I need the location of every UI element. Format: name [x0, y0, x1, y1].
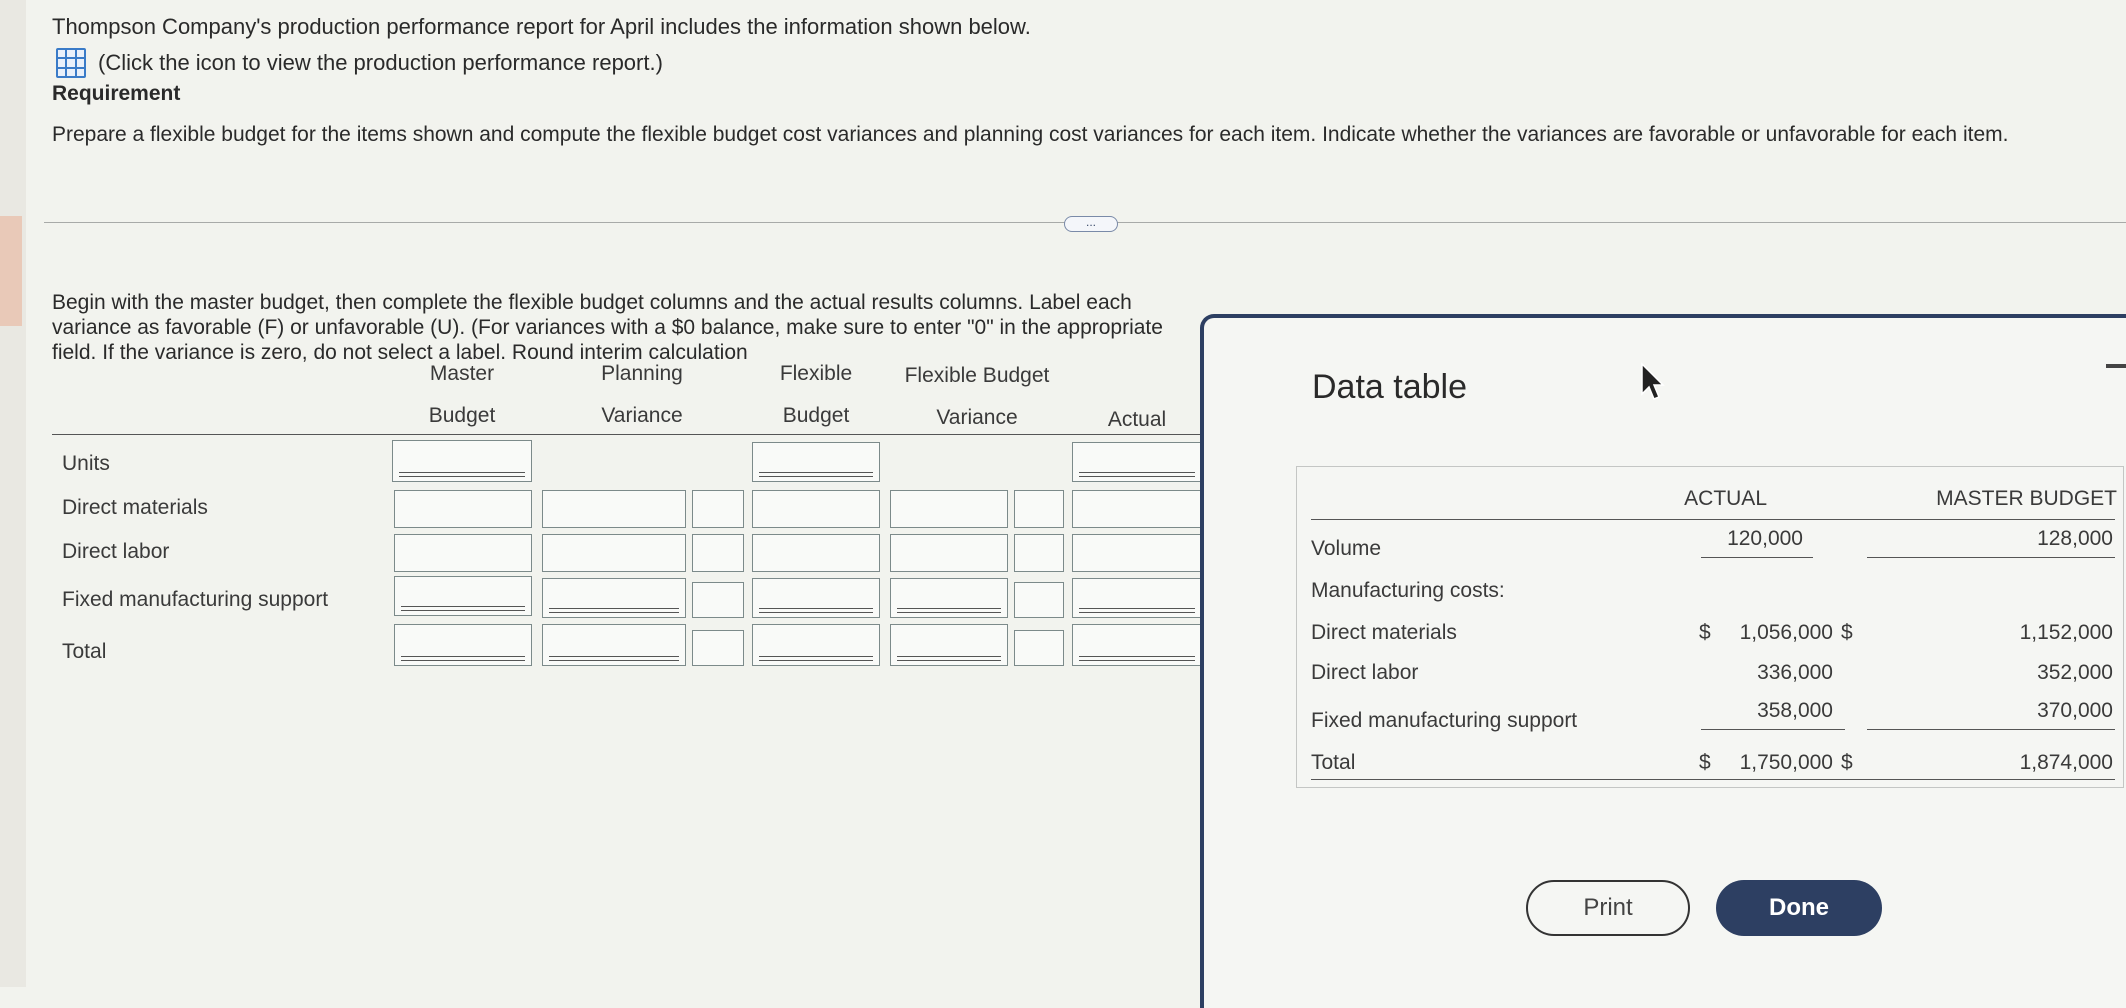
- dm-master-dollar: $: [1841, 621, 1853, 644]
- dm-dollar: $: [1699, 621, 1711, 644]
- fms-actual-input[interactable]: [1072, 578, 1202, 618]
- total-dollar: $: [1699, 751, 1711, 774]
- dl-flexible-input[interactable]: [752, 534, 880, 572]
- total-flexible-input[interactable]: [752, 624, 880, 666]
- dl-fbv-label-select[interactable]: [1014, 534, 1064, 572]
- dm-master: 1,152,000: [2019, 621, 2113, 644]
- header-rule: [1311, 519, 2115, 520]
- col-master-header: MASTER BUDGET: [1936, 487, 2117, 510]
- header-planning-1: Planning: [601, 362, 683, 385]
- total-master-input[interactable]: [394, 624, 532, 666]
- header-planning-2: Variance: [601, 404, 683, 427]
- dm-actual: 1,056,000: [1739, 621, 1833, 644]
- requirement-text: Prepare a flexible budget for the items …: [52, 123, 2009, 146]
- col-actual-header: ACTUAL: [1684, 487, 1767, 510]
- sidebar-accent: [0, 216, 22, 326]
- dl-label: Direct labor: [1311, 661, 1419, 684]
- total-actual-input[interactable]: [1072, 624, 1202, 666]
- total-fbv-label-select[interactable]: [1014, 630, 1064, 666]
- volume-master-rule: [1867, 557, 2115, 558]
- total-planning-label-select[interactable]: [692, 630, 744, 666]
- row-label-total: Total: [62, 640, 107, 663]
- units-flexible-input[interactable]: [752, 442, 880, 482]
- header-rule: [52, 434, 1202, 435]
- units-actual-input[interactable]: [1072, 442, 1202, 482]
- volume-label: Volume: [1311, 537, 1382, 560]
- fms-fbv-input[interactable]: [890, 578, 1008, 618]
- row-label-fixed-manufacturing-support: Fixed manufacturing support: [62, 588, 329, 611]
- header-master-2: Budget: [428, 404, 496, 427]
- header-fbv-2: Variance: [936, 406, 1018, 429]
- dl-fbv-input[interactable]: [890, 534, 1008, 572]
- dm-flexible-input[interactable]: [752, 490, 880, 528]
- row-label-direct-materials: Direct materials: [62, 496, 208, 519]
- row-label-direct-labor: Direct labor: [62, 540, 170, 563]
- mouse-cursor-icon: [1641, 362, 1665, 400]
- expand-more-button[interactable]: ...: [1064, 216, 1118, 232]
- volume-master: 128,000: [2037, 527, 2113, 550]
- fms-planning-input[interactable]: [542, 578, 686, 618]
- fms-label: Fixed manufacturing support: [1311, 709, 1578, 732]
- total-planning-input[interactable]: [542, 624, 686, 666]
- fms-master-rule: [1867, 729, 2115, 730]
- units-master-input[interactable]: [392, 440, 532, 482]
- fms-planning-label-select[interactable]: [692, 582, 744, 618]
- header-flexible-2: Budget: [782, 404, 850, 427]
- dl-actual-input[interactable]: [1072, 534, 1202, 572]
- report-link-text[interactable]: (Click the icon to view the production p…: [98, 50, 663, 76]
- costs-label: Manufacturing costs:: [1311, 579, 1505, 602]
- instructions-text: Begin with the master budget, then compl…: [52, 291, 1163, 364]
- dm-planning-input[interactable]: [542, 490, 686, 528]
- requirement-heading: Requirement: [52, 82, 181, 105]
- print-button[interactable]: Print: [1526, 880, 1690, 936]
- fms-master: 370,000: [2037, 699, 2113, 722]
- header-master-1: Master: [429, 362, 495, 385]
- intro-text: Thompson Company's production performanc…: [52, 14, 1031, 39]
- dl-planning-input[interactable]: [542, 534, 686, 572]
- dm-actual-input[interactable]: [1072, 490, 1202, 528]
- dl-actual: 336,000: [1757, 661, 1833, 684]
- total-rule: [1311, 779, 2115, 780]
- minimize-icon[interactable]: [2106, 364, 2126, 368]
- row-label-units: Units: [62, 452, 110, 475]
- fms-master-input[interactable]: [394, 576, 532, 616]
- header-actual: Actual: [1107, 408, 1167, 431]
- fms-actual: 358,000: [1757, 699, 1833, 722]
- data-table-frame: ACTUAL MASTER BUDGET Volume 120,000 128,…: [1296, 466, 2124, 788]
- left-sidebar-strip: [0, 0, 26, 987]
- total-actual: 1,750,000: [1739, 751, 1833, 774]
- total-fbv-input[interactable]: [890, 624, 1008, 666]
- modal-title: Data table: [1312, 368, 1467, 406]
- dm-fbv-input[interactable]: [890, 490, 1008, 528]
- header-flexible-1: Flexible: [779, 362, 853, 385]
- dm-label: Direct materials: [1311, 621, 1457, 644]
- volume-actual-rule: [1701, 557, 1813, 558]
- dm-fbv-label-select[interactable]: [1014, 490, 1064, 528]
- done-button[interactable]: Done: [1716, 880, 1882, 936]
- data-table-modal[interactable]: Data table ACTUAL MASTER BUDGET Volume 1…: [1200, 314, 2126, 1008]
- dl-master-input[interactable]: [394, 534, 532, 572]
- dm-planning-label-select[interactable]: [692, 490, 744, 528]
- total-label: Total: [1311, 751, 1356, 774]
- total-master: 1,874,000: [2019, 751, 2113, 774]
- volume-actual: 120,000: [1727, 527, 1803, 550]
- fms-fbv-label-select[interactable]: [1014, 582, 1064, 618]
- fms-actual-rule: [1701, 729, 1845, 730]
- dl-master: 352,000: [2037, 661, 2113, 684]
- header-fbv-1: Flexible Budget: [904, 364, 1050, 387]
- dm-master-input[interactable]: [394, 490, 532, 528]
- report-link-row[interactable]: (Click the icon to view the production p…: [56, 48, 663, 78]
- spreadsheet-icon[interactable]: [56, 48, 86, 78]
- dl-planning-label-select[interactable]: [692, 534, 744, 572]
- total-master-dollar: $: [1841, 751, 1853, 774]
- fms-flexible-input[interactable]: [752, 578, 880, 618]
